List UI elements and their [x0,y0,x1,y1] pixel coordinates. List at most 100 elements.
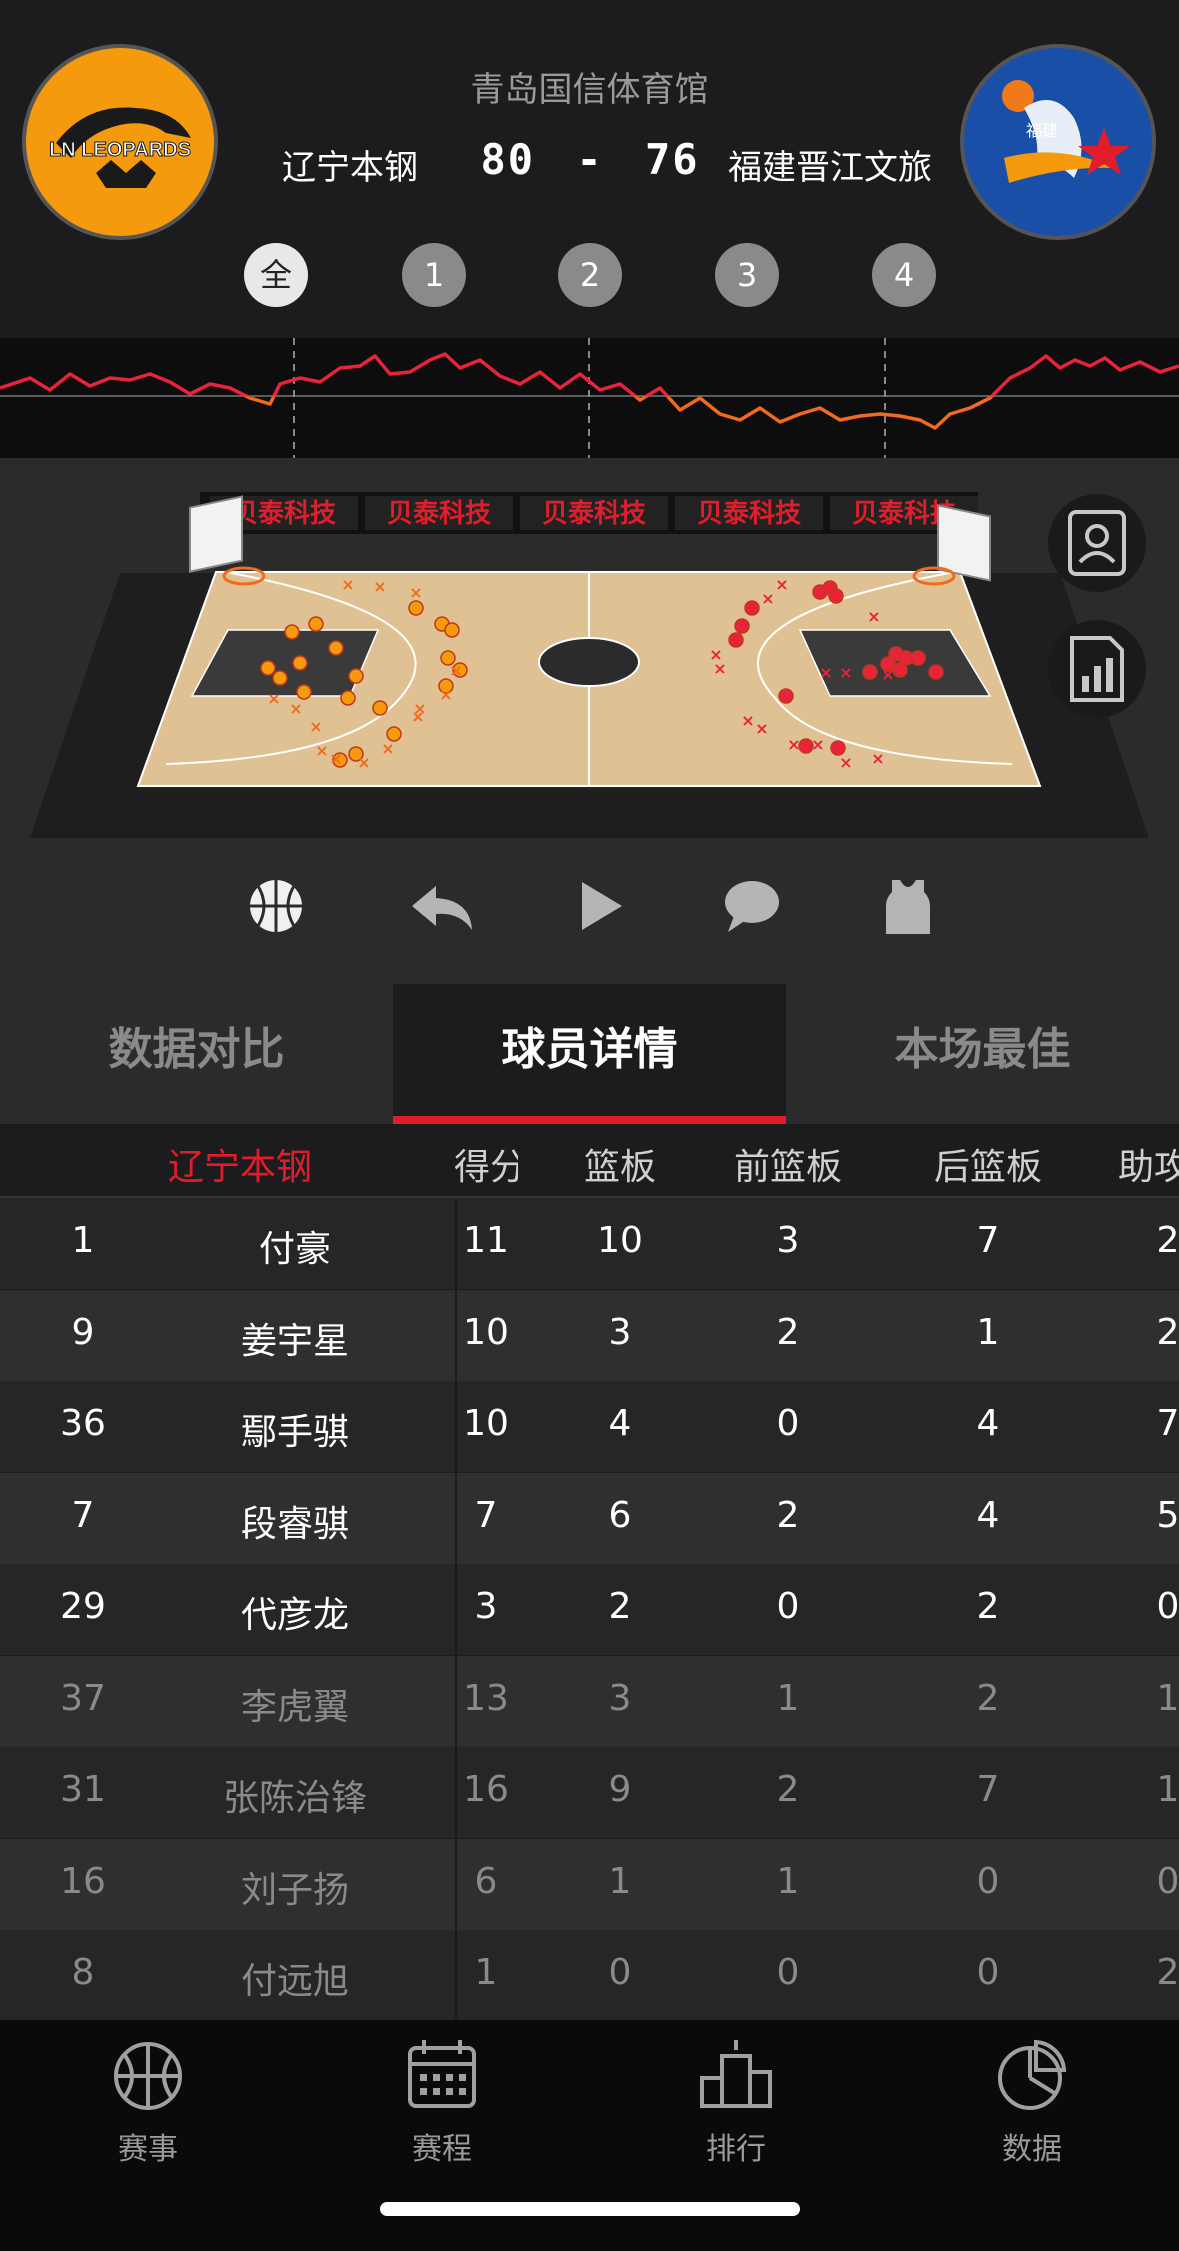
assists-value: 0 [1156,1586,1179,1627]
header-offensive-rebounds[interactable]: 前篮板 [718,1138,858,1190]
podium-icon [700,2040,772,2108]
sponsor-text: 贝泰科技 [232,499,336,529]
assists-value: 7 [1156,1403,1179,1444]
shot-missed-mark: × [381,739,394,758]
player-name: 段睿骐 [240,1503,349,1545]
table-row[interactable]: 31 张陈治锋 16 9 2 7 1 [0,1747,1179,1838]
rebounds-value: 6 [608,1494,632,1536]
shot-missed-mark: × [881,665,894,684]
quarter-button[interactable]: 3 [715,243,779,307]
shot-made-mark [728,632,744,648]
shot-made-mark [372,700,388,716]
quarter-button[interactable]: 2 [558,243,622,307]
jersey-number: 9 [71,1311,95,1353]
score: 80 - 76 [470,135,710,184]
table-row[interactable]: 9 姜宇星 10 3 2 1 2 [0,1289,1179,1381]
jersey-icon [886,880,930,934]
tab-item[interactable]: 本场最佳 [786,984,1179,1124]
rebounds-value: 4 [608,1403,632,1444]
jersey-button[interactable] [878,876,938,936]
shot-missed-mark: × [755,719,768,738]
table-row[interactable]: 1 付豪 11 10 3 7 2 [0,1198,1179,1289]
shot-missed-mark: × [289,699,302,718]
header-defensive-rebounds[interactable]: 后篮板 [918,1138,1058,1190]
points-value: 3 [474,1586,498,1627]
shot-missed-mark: × [341,575,354,594]
rebounds-value: 3 [608,1311,632,1353]
shot-missed-mark: × [449,661,462,680]
table-row[interactable]: 29 代彦龙 3 2 0 2 0 [0,1564,1179,1655]
shot-made-mark [744,600,760,616]
table-row[interactable]: 37 李虎翼 13 3 1 2 1 [0,1655,1179,1747]
shot-missed-mark: × [761,589,774,608]
shot-made-mark [892,662,908,678]
tab-item[interactable]: 数据对比 [0,984,393,1124]
stats-report-button[interactable] [1048,620,1146,718]
defensive-rebounds-value: 0 [976,1952,1000,1993]
defensive-rebounds-value: 2 [976,1586,1000,1627]
shot-made-mark [296,684,312,700]
quarter-button[interactable]: 4 [872,243,936,307]
nav-schedule-label: 赛程 [412,2132,472,2167]
shot-missed-mark: × [309,717,322,736]
offensive-rebounds-value: 2 [776,1494,800,1536]
table-row[interactable]: 16 刘子扬 6 1 1 0 0 [0,1838,1179,1930]
rebounds-value: 0 [608,1952,632,1993]
header-points[interactable]: 得分 [454,1138,518,1190]
shot-missed-mark: × [373,577,386,596]
shot-missed-mark: × [409,583,422,602]
shot-made-mark [862,664,878,680]
player-name: 张陈治锋 [222,1778,367,1819]
header-assists[interactable]: 助攻 [1118,1138,1179,1190]
quarter-button[interactable]: 1 [402,243,466,307]
tab-bar: 数据对比 球员详情 本场最佳 [0,984,1179,1124]
home-indicator[interactable] [380,2202,800,2216]
away-team-name: 福建晋江文旅 [728,148,932,188]
player-card-icon [1068,510,1126,576]
shot-made-mark [928,664,944,680]
shot-missed-mark: × [839,663,852,682]
player-name: 李虎翼 [240,1686,349,1728]
offensive-rebounds-value: 1 [776,1860,800,1902]
shot-made-mark [284,624,300,640]
sponsor-text: 贝泰科技 [542,499,646,529]
shot-made-mark [348,668,364,684]
comment-button[interactable] [722,876,782,936]
header-rebounds[interactable]: 篮板 [570,1138,670,1190]
nav-rankings-label: 排行 [706,2132,766,2167]
player-card-button[interactable] [1048,494,1146,592]
play-button[interactable] [570,876,630,936]
score-trend-chart [0,338,1179,458]
sponsor-text: 贝泰科技 [697,499,801,529]
basketball-button[interactable] [246,876,306,936]
shot-made-mark [328,640,344,656]
nav-events[interactable]: 赛事 [68,2032,228,2167]
nav-data-label: 数据 [1002,2132,1062,2167]
stats-report-icon [1070,636,1124,702]
quarter-button[interactable]: 全 [244,243,308,307]
shot-made-mark [260,660,276,676]
points-value: 6 [474,1860,498,1902]
assists-value: 2 [1156,1220,1179,1261]
tab-item[interactable]: 球员详情 [393,984,786,1124]
nav-rankings[interactable]: 排行 [656,2032,816,2167]
table-row[interactable]: 7 段睿骐 7 6 2 4 5 [0,1472,1179,1564]
jersey-number: 7 [71,1494,95,1536]
shot-missed-mark: × [775,575,788,594]
nav-schedule[interactable]: 赛程 [362,2032,522,2167]
table-row[interactable]: 36 鄢手骐 10 4 0 4 7 [0,1381,1179,1472]
defensive-rebounds-value: 0 [976,1860,1000,1902]
player-name: 刘子扬 [240,1869,349,1911]
shot-made-mark [308,616,324,632]
undo-button[interactable] [408,876,472,936]
away-team-logo[interactable]: 福建 [960,44,1156,240]
shot-made-mark [444,622,460,638]
jersey-number: 29 [60,1586,106,1627]
score-separator: - [576,135,604,184]
player-name: 付豪 [258,1229,331,1270]
points-value: 11 [463,1220,509,1261]
nav-data[interactable]: 数据 [952,2032,1112,2167]
points-value: 1 [474,1952,498,1993]
table-row[interactable]: 8 付远旭 1 0 0 0 2 [0,1930,1179,2020]
shot-missed-mark: × [787,735,800,754]
